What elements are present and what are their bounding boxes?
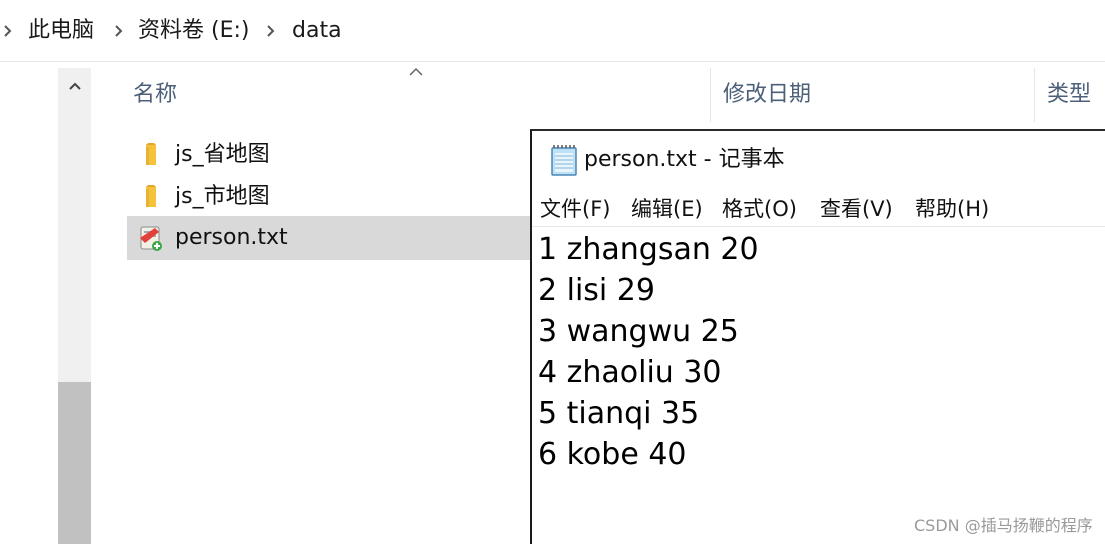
notepad-title-bar[interactable]: person.txt - 记事本: [532, 131, 1105, 191]
breadcrumb-item-data[interactable]: data: [292, 17, 342, 45]
column-divider[interactable]: [710, 68, 711, 122]
text-line: 1 zhangsan 20: [538, 232, 759, 267]
vertical-scrollbar[interactable]: [58, 68, 91, 544]
navigation-pane: [0, 63, 58, 544]
chevron-right-icon[interactable]: [114, 24, 124, 38]
column-header-name[interactable]: 名称: [133, 68, 177, 122]
scroll-up-arrow-icon[interactable]: [67, 80, 83, 92]
breadcrumb-item-drive-e[interactable]: 资料卷 (E:): [138, 17, 249, 45]
text-line: 2 lisi 29: [538, 273, 655, 308]
notepad-window-title: person.txt - 记事本: [584, 147, 785, 172]
address-breadcrumb: 此电脑 资料卷 (E:) data: [0, 0, 1105, 62]
folder-icon: [146, 143, 156, 165]
notepad-text-area[interactable]: 1 zhangsan 20 2 lisi 29 3 wangwu 25 4 zh…: [532, 229, 1105, 544]
chevron-right-icon[interactable]: [3, 24, 13, 38]
file-row-selected[interactable]: person.txt: [127, 216, 532, 260]
notepad-app-icon: [551, 145, 577, 176]
notepad-menu-bar: 文件(F) 编辑(E) 格式(O) 查看(V) 帮助(H): [532, 191, 1105, 227]
screen: 此电脑 资料卷 (E:) data 名称 修改日期 类型 js_省地图 js_市…: [0, 0, 1105, 544]
menu-help[interactable]: 帮助(H): [915, 193, 989, 225]
text-file-icon: [140, 226, 162, 251]
watermark: CSDN @插马扬鞭的程序: [914, 516, 1093, 535]
notepad-window[interactable]: person.txt - 记事本 文件(F) 编辑(E) 格式(O) 查看(V)…: [530, 129, 1105, 544]
menu-format[interactable]: 格式(O): [722, 193, 797, 225]
text-line: 4 zhaoliu 30: [538, 355, 722, 390]
file-name: js_市地图: [175, 184, 270, 209]
menu-view[interactable]: 查看(V): [820, 193, 893, 225]
text-line: 6 kobe 40: [538, 437, 687, 472]
chevron-right-icon[interactable]: [266, 24, 276, 38]
menu-edit[interactable]: 编辑(E): [631, 193, 703, 225]
file-row[interactable]: js_市地图: [127, 175, 532, 219]
breadcrumb-item-this-pc[interactable]: 此电脑: [28, 17, 94, 45]
text-line: 3 wangwu 25: [538, 314, 739, 349]
column-header-type[interactable]: 类型: [1047, 68, 1091, 122]
column-divider[interactable]: [1034, 68, 1035, 122]
menu-file[interactable]: 文件(F): [540, 193, 610, 225]
file-name: person.txt: [175, 225, 288, 250]
text-line: 5 tianqi 35: [538, 396, 700, 431]
folder-icon: [146, 185, 156, 207]
file-name: js_省地图: [175, 142, 270, 167]
file-row[interactable]: js_省地图: [127, 133, 532, 177]
sort-ascending-caret-icon: [409, 67, 423, 76]
column-header-date-modified[interactable]: 修改日期: [723, 68, 811, 122]
scrollbar-thumb[interactable]: [58, 382, 91, 544]
